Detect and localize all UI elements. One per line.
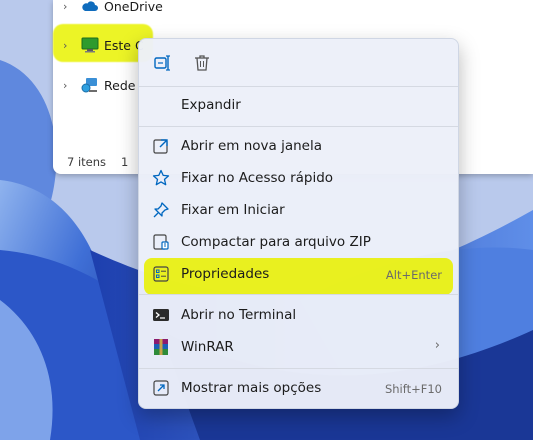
shortcut-label: Alt+Enter: [385, 268, 442, 282]
menu-item-label: Abrir em nova janela: [181, 138, 322, 154]
menu-item-mostrar-mais-opcoes[interactable]: Mostrar mais opções Shift+F10: [139, 373, 458, 403]
chevron-right-icon: ›: [434, 338, 440, 353]
menu-item-label: Fixar no Acesso rápido: [181, 170, 334, 186]
computer-icon: [81, 37, 99, 53]
tree-item-onedrive[interactable]: › OneDrive: [53, 0, 193, 18]
zip-icon: [153, 234, 169, 250]
network-icon: [81, 78, 97, 93]
menu-separator: [139, 126, 458, 127]
menu-separator: [139, 86, 458, 87]
menu-item-label: WinRAR: [181, 339, 234, 355]
menu-item-label: Propriedades: [181, 266, 270, 282]
menu-item-fixar-acesso-rapido[interactable]: Fixar no Acesso rápido: [139, 163, 458, 193]
menu-item-label: Mostrar mais opções: [181, 380, 322, 396]
menu-item-label: Expandir: [181, 97, 241, 113]
menu-item-abrir-terminal[interactable]: Abrir no Terminal: [139, 300, 458, 330]
terminal-icon: [153, 309, 169, 321]
delete-button[interactable]: [190, 51, 214, 75]
chevron-right-icon[interactable]: ›: [63, 0, 67, 13]
menu-item-expandir[interactable]: Expandir: [139, 90, 458, 120]
chevron-right-icon[interactable]: ›: [63, 39, 67, 52]
tree-label: Rede: [104, 77, 136, 93]
tree-label: OneDrive: [104, 0, 163, 14]
menu-item-label: Abrir no Terminal: [181, 307, 297, 323]
open-new-window-icon: [153, 139, 168, 154]
menu-item-abrir-nova-janela[interactable]: Abrir em nova janela: [139, 131, 458, 161]
trash-icon: [195, 55, 209, 71]
menu-item-label: Compactar para arquivo ZIP: [181, 234, 371, 250]
rename-button[interactable]: [150, 51, 174, 75]
status-selected-count: 1 item selecionado: [121, 155, 129, 169]
show-more-icon: [153, 380, 169, 396]
menu-separator: [139, 294, 458, 295]
menu-separator: [139, 368, 458, 369]
tree-item-este-computador[interactable]: › Este Computador: [53, 33, 143, 57]
chevron-right-icon[interactable]: ›: [63, 79, 67, 92]
menu-item-label: Fixar em Iniciar: [181, 202, 285, 218]
properties-icon: [153, 266, 169, 282]
pin-icon: [153, 202, 169, 218]
menu-item-propriedades[interactable]: Propriedades Alt+Enter: [139, 259, 458, 289]
shortcut-label: Shift+F10: [384, 382, 442, 396]
menu-item-compactar-zip[interactable]: Compactar para arquivo ZIP: [139, 227, 458, 257]
menu-item-winrar[interactable]: WinRAR ›: [139, 332, 458, 362]
star-icon: [152, 169, 170, 186]
status-item-count: 7 itens: [67, 155, 107, 169]
cloud-icon: [82, 1, 98, 11]
context-menu: Expandir Abrir em nova janela Fixar no A…: [138, 38, 459, 409]
rename-icon: [154, 55, 170, 71]
menu-item-fixar-iniciar[interactable]: Fixar em Iniciar: [139, 195, 458, 225]
winrar-icon: [154, 339, 168, 355]
